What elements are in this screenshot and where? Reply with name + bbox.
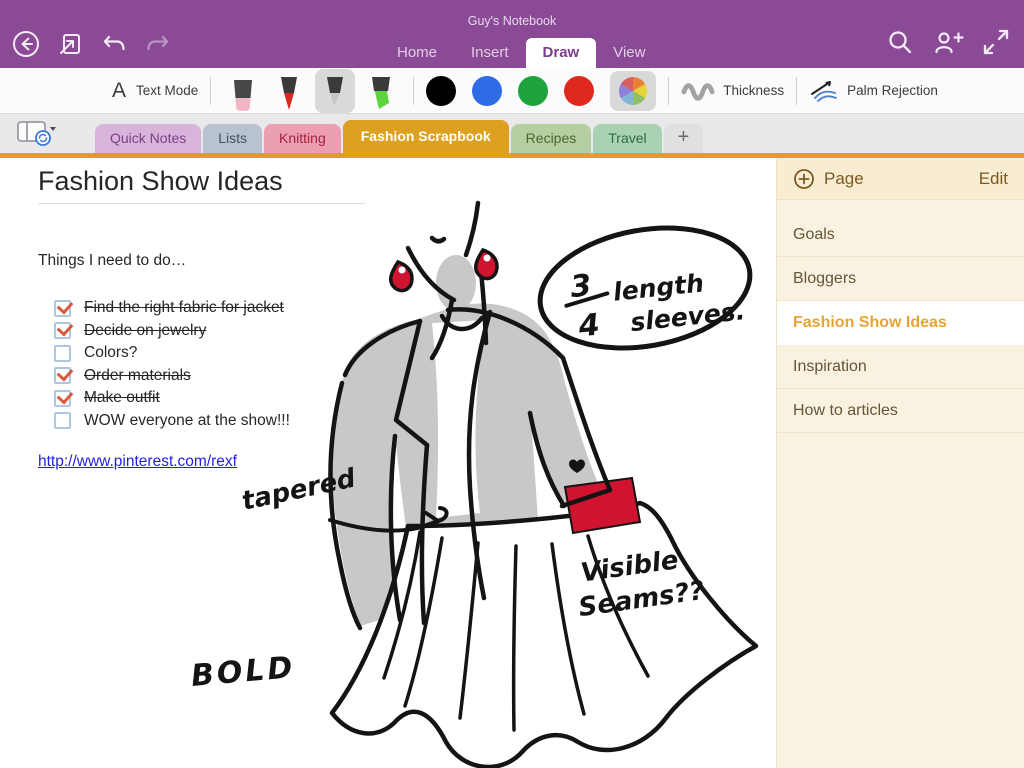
back-button[interactable]	[10, 28, 42, 60]
section-tab[interactable]: Recipes	[511, 124, 592, 153]
section-tab[interactable]: Lists	[203, 124, 262, 153]
main-area: Fashion Show Ideas Things I need to do… …	[0, 158, 1024, 768]
ink-color-red[interactable]	[564, 76, 594, 106]
expand-icon	[982, 28, 1010, 56]
page-list-item[interactable]: Goals	[777, 213, 1024, 257]
intro-text: Things I need to do…	[38, 252, 186, 270]
notebook-title: Guy's Notebook	[0, 14, 1024, 28]
todo-checkbox[interactable]	[54, 367, 71, 384]
red-pen-icon	[275, 75, 303, 113]
todo-checkbox[interactable]	[54, 390, 71, 407]
page-list: Goals Bloggers Fashion Show Ideas Inspir…	[777, 213, 1024, 433]
draw-toolbar: A Text Mode	[0, 68, 1024, 114]
redo-button[interactable]	[142, 28, 174, 60]
thickness-label: Thickness	[723, 83, 784, 98]
toolbar-divider	[668, 77, 669, 105]
palm-rejection-label: Palm Rejection	[847, 83, 938, 98]
topnav-tab[interactable]: Draw	[526, 38, 597, 68]
notebook-switcher-button[interactable]	[16, 118, 56, 148]
section-tab[interactable]: Travel	[593, 124, 661, 153]
earring-right	[476, 250, 497, 279]
topnav-tab[interactable]: View	[596, 38, 662, 68]
back-icon	[11, 29, 41, 59]
ribbon-tabs: Home Insert Draw View	[380, 38, 662, 68]
page-canvas[interactable]: Fashion Show Ideas Things I need to do… …	[0, 158, 776, 768]
eraser-icon	[229, 77, 257, 113]
page-list-item[interactable]: Bloggers	[777, 257, 1024, 301]
highlighter-tool-button[interactable]	[361, 69, 401, 113]
share-add-person-button[interactable]	[932, 26, 964, 58]
color-wheel-icon	[619, 77, 647, 105]
gray-pen-icon	[321, 75, 349, 113]
notebook-pages-icon	[16, 118, 56, 148]
text-mode-icon: A	[112, 79, 126, 103]
gray-pen-tool-button[interactable]	[315, 69, 355, 113]
undo-button[interactable]	[98, 28, 130, 60]
section-tab[interactable]: Knitting	[264, 124, 341, 153]
todo-label: Order materials	[84, 367, 191, 385]
todo-label: Make outfit	[84, 389, 160, 407]
switch-notes-icon	[56, 30, 84, 58]
search-button[interactable]	[884, 26, 916, 58]
redo-icon	[143, 29, 173, 59]
eraser-tool-button[interactable]	[223, 69, 263, 113]
red-pen-tool-button[interactable]	[269, 69, 309, 113]
section-tab[interactable]: Fashion Scrapbook	[343, 120, 509, 153]
topnav-tab[interactable]: Home	[380, 38, 454, 68]
thickness-button[interactable]: Thickness	[681, 78, 784, 104]
switch-notes-button[interactable]	[54, 28, 86, 60]
text-mode-label: Text Mode	[136, 83, 198, 98]
search-icon	[886, 28, 914, 56]
page-list-item[interactable]: Inspiration	[777, 345, 1024, 389]
fashion-sketch-drawing: 3 4 length sleeves.	[180, 158, 776, 768]
ink-color-rainbow-wheel[interactable]	[610, 71, 656, 111]
palm-rejection-button[interactable]: Palm Rejection	[809, 79, 938, 103]
edit-pages-button[interactable]: Edit	[979, 169, 1008, 189]
todo-checkbox[interactable]	[54, 412, 71, 429]
fullscreen-button[interactable]	[980, 26, 1012, 58]
ink-color-green[interactable]	[518, 76, 548, 106]
todo-checkbox[interactable]	[54, 345, 71, 362]
ink-color-black[interactable]	[426, 76, 456, 106]
undo-icon	[99, 29, 129, 59]
add-section-button[interactable]: +	[664, 124, 704, 153]
add-person-icon	[932, 28, 964, 56]
add-page-button[interactable]: Page	[824, 169, 864, 189]
thickness-squiggle-icon	[681, 78, 715, 104]
ink-color-blue[interactable]	[472, 76, 502, 106]
topnav-tab[interactable]: Insert	[454, 38, 526, 68]
page-list-item[interactable]: How to articles	[777, 389, 1024, 433]
section-tab-strip: Quick Notes Lists Knitting Fashion Scrap…	[0, 114, 1024, 153]
palm-rejection-icon	[809, 79, 839, 103]
earring-left	[391, 262, 412, 291]
add-page-icon[interactable]	[793, 168, 815, 190]
toolbar-divider	[796, 77, 797, 105]
sidebar-header: Page Edit	[777, 158, 1024, 200]
page-list-sidebar: Page Edit Goals Bloggers Fashion Show Id…	[776, 158, 1024, 768]
svg-text:4: 4	[576, 307, 601, 344]
section-tab[interactable]: Quick Notes	[95, 124, 201, 153]
hem-annotation: BOLD	[190, 650, 297, 694]
text-mode-button[interactable]: A Text Mode	[112, 79, 198, 103]
toolbar-divider	[413, 77, 414, 105]
todo-checkbox[interactable]	[54, 322, 71, 339]
page-list-item[interactable]: Fashion Show Ideas	[777, 301, 1024, 345]
todo-checkbox[interactable]	[54, 300, 71, 317]
todo-label: Colors?	[84, 344, 137, 362]
toolbar-divider	[210, 77, 211, 105]
top-app-bar: Guy's Notebook Home Insert Draw View	[0, 0, 1024, 68]
highlighter-icon	[367, 75, 395, 113]
